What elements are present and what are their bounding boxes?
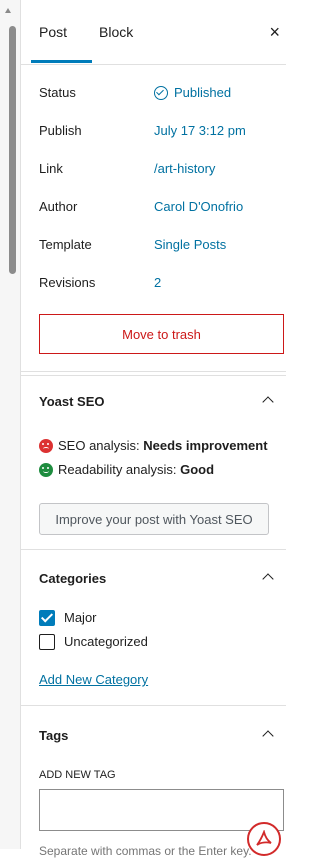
pdf-icon[interactable] [247,822,281,856]
template-label: Template [39,237,92,252]
scrollbar[interactable] [0,0,20,849]
category-label-major: Major [64,610,97,625]
link-label: Link [39,161,63,176]
revisions-row: Revisions 2 [39,275,284,299]
checkbox-checked[interactable] [39,610,55,626]
tags-help-text: Separate with commas or the Enter key. [39,844,252,858]
happy-face-icon [39,463,53,477]
tab-block[interactable]: Block [99,24,133,40]
yoast-seo-title: Yoast SEO [39,394,105,409]
tags-panel: Tags ADD NEW TAG Separate with commas or… [21,705,286,858]
improve-post-yoast-button[interactable]: Improve your post with Yoast SEO [39,503,269,535]
revisions-label: Revisions [39,275,96,290]
settings-sidebar: Post Block × Status Published Publish Ju… [20,0,286,858]
yoast-seo-panel: Yoast SEO SEO analysis: Needs improvemen… [21,371,286,550]
permalink-button[interactable]: /art-history [154,161,215,176]
link-row: Link /art-history [39,161,284,185]
status-row: Status Published [39,85,284,109]
tags-title: Tags [39,728,69,743]
publish-label: Publish [39,123,82,138]
status-value[interactable]: Published [154,85,231,100]
tab-post[interactable]: Post [39,24,67,40]
author-label: Author [39,199,78,214]
checkbox-unchecked[interactable] [39,634,55,650]
categories-title: Categories [39,571,107,586]
categories-panel: Categories Major Uncategorized Add New C… [21,549,286,706]
readability-analysis-value: Good [180,462,215,477]
revisions-link[interactable]: 2 [154,275,161,290]
author-row: Author Carol D'Onofrio [39,199,284,223]
scrollbar-thumb[interactable] [9,26,16,274]
author-button[interactable]: Carol D'Onofrio [154,199,243,214]
acrobat-icon [256,830,272,846]
seo-analysis-row: SEO analysis: Needs improvement [39,438,268,453]
publish-row: Publish July 17 3:12 pm [39,123,284,147]
status-value-text: Published [174,85,232,100]
add-new-category-link[interactable]: Add New Category [39,672,148,687]
close-icon[interactable]: × [269,22,280,43]
publish-date-button[interactable]: July 17 3:12 pm [154,123,246,138]
readability-analysis-label: Readability analysis: [58,462,181,477]
chevron-up-icon[interactable] [262,396,274,408]
readability-analysis-row: Readability analysis: Good [39,462,214,477]
tag-input[interactable] [39,789,284,831]
sidebar-tabs: Post Block × [21,0,286,65]
seo-analysis-label: SEO analysis: [58,438,144,453]
seo-analysis-value: Needs improvement [143,438,268,453]
category-label-uncategorized: Uncategorized [64,634,148,649]
add-new-tag-label: ADD NEW TAG [39,769,116,781]
active-tab-indicator [31,60,92,63]
chevron-up-icon[interactable] [262,730,274,742]
template-row: Template Single Posts [39,237,284,261]
template-button[interactable]: Single Posts [154,237,226,252]
sad-face-icon [39,439,53,453]
scroll-up-arrow-icon[interactable] [5,8,11,13]
status-label: Status [39,85,76,100]
chevron-up-icon[interactable] [262,573,274,585]
check-circle-icon [154,86,168,100]
move-to-trash-button[interactable]: Move to trash [39,314,284,354]
